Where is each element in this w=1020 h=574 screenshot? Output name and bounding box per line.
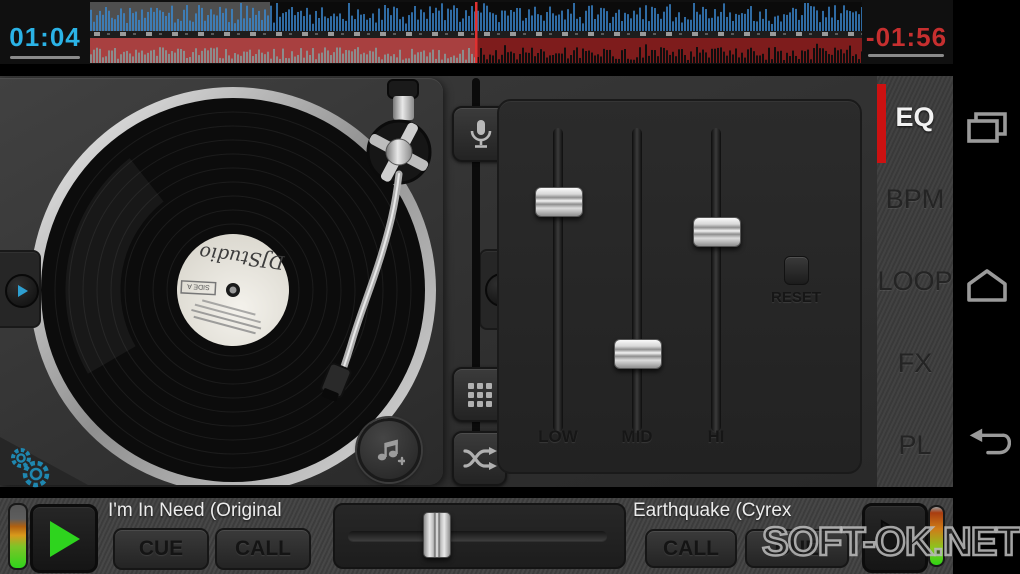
home-button[interactable]: [963, 265, 1011, 305]
home-icon: [967, 269, 1007, 302]
eq-reset-label: RESET: [770, 289, 821, 306]
watermark: SOFT-OK.NET: [761, 519, 1020, 566]
deck-a-monitor-button[interactable]: [5, 274, 39, 308]
tab-pl[interactable]: PL: [877, 405, 953, 487]
back-icon: [969, 428, 1011, 455]
microphone-icon: [470, 120, 491, 148]
dj-studio-app: 01:04 -01:56 SIDE A DJStudio LOW MID HI …: [0, 0, 1020, 574]
crossfader-knob[interactable]: [422, 512, 451, 558]
deck-b-remaining-time: -01:56: [865, 22, 948, 52]
deck-a-elapsed-time: 01:04: [9, 22, 81, 52]
record-label-side-text: SIDE A: [187, 282, 210, 290]
eq-hi-track[interactable]: [711, 128, 721, 432]
shuffle-icon: [462, 446, 497, 470]
tab-bpm[interactable]: BPM: [877, 158, 953, 240]
eq-panel: [497, 99, 862, 474]
play-icon: [50, 520, 80, 557]
back-button[interactable]: [963, 423, 1011, 463]
waveform-svg[interactable]: [90, 2, 864, 63]
recent-apps-icon: [967, 112, 1007, 143]
tab-eq[interactable]: EQ: [877, 76, 953, 158]
eq-mid-slider-knob[interactable]: [614, 338, 662, 369]
tab-fx[interactable]: FX: [877, 323, 953, 405]
deck-b-track-title: Earthquake (Cyrex: [633, 500, 792, 521]
gears-icon[interactable]: [4, 444, 58, 490]
crossfader-track[interactable]: [348, 531, 607, 541]
deck-b-time-underline: [868, 54, 944, 57]
eq-low-label: LOW: [538, 427, 578, 446]
active-tab-indicator: [877, 84, 886, 163]
vu-fill: [10, 505, 26, 568]
eq-reset-button[interactable]: [784, 256, 809, 285]
play-arrow-icon: [18, 285, 28, 297]
eq-mid-label: MID: [621, 427, 653, 446]
spindle: [229, 286, 237, 294]
deck-a-call-button[interactable]: CALL: [215, 528, 311, 570]
deck-a-play-button[interactable]: [30, 504, 98, 573]
eq-hi-label: HI: [707, 427, 725, 446]
deck-a-time-underline: [10, 56, 80, 59]
tab-loop[interactable]: LOOP: [877, 240, 953, 322]
grid-icon: [467, 382, 492, 407]
eq-low-track[interactable]: [553, 128, 563, 432]
eq-hi-slider-knob[interactable]: [693, 217, 741, 248]
waveform-display[interactable]: [90, 2, 864, 63]
music-note-add-icon: [377, 439, 405, 466]
deck-a-vu-meter: [8, 503, 28, 570]
deck-a-track-title: I'm In Need (Original: [108, 500, 282, 521]
add-track-button[interactable]: [357, 418, 421, 482]
eq-low-slider-knob[interactable]: [535, 186, 583, 217]
fx-tab-strip: EQ BPM LOOP FX PL: [877, 76, 953, 487]
deck-b-call-button[interactable]: CALL: [645, 529, 737, 568]
recent-apps-button[interactable]: [963, 107, 1011, 147]
eq-mid-track[interactable]: [632, 128, 642, 432]
deck-a-cue-button[interactable]: CUE: [113, 528, 209, 570]
